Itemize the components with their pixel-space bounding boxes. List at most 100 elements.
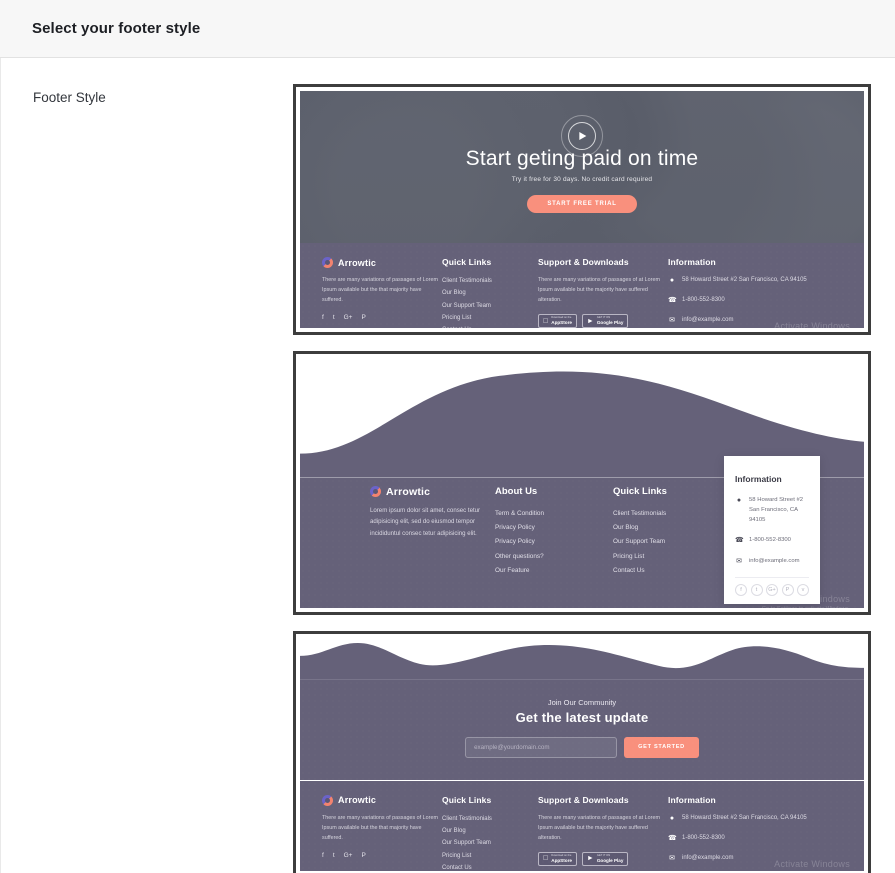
location-pin-icon: ● [669, 277, 675, 284]
google-plus-icon[interactable]: G+ [344, 852, 353, 859]
play-triangle-icon [579, 132, 587, 140]
list-item[interactable]: Contact Us [442, 862, 538, 871]
play-button-icon[interactable] [561, 115, 603, 157]
brand-description: Lorem ipsum dolor sit amet, consec tetur… [370, 506, 481, 538]
page-header: Select your footer style [0, 0, 895, 58]
phone-row: ☎ 1-800-552-8300 [735, 535, 809, 547]
google-plus-icon[interactable]: G+ [766, 584, 778, 597]
brand-column: Arrowtic Lorem ipsum dolor sit amet, con… [370, 486, 495, 579]
googleplay-badge-label: Google Play [591, 857, 624, 863]
footer-style-option-1[interactable]: Start geting paid on time Try it free fo… [293, 84, 871, 335]
facebook-icon[interactable]: f [322, 852, 324, 859]
list-item[interactable]: Our Support Team [442, 837, 538, 849]
twitter-icon[interactable]: t [750, 584, 763, 597]
vimeo-icon[interactable]: v [797, 584, 809, 597]
twitter-icon[interactable]: t [333, 852, 335, 859]
start-free-trial-button[interactable]: START FREE TRIAL [527, 195, 637, 213]
newsletter-email-input[interactable] [465, 736, 618, 758]
email-row: ✉ info@example.com [668, 853, 842, 865]
pinterest-icon[interactable]: P [361, 852, 365, 859]
appstore-badge-label: AppStore [546, 319, 572, 325]
phone-row: ☎ 1-800-552-8300 [668, 295, 842, 307]
appstore-badge[interactable]:  Download on the AppStore [538, 314, 577, 328]
email-row: ✉ info@example.com [668, 315, 842, 327]
brand-row: Arrowtic [370, 486, 495, 498]
hero-subtitle: Try it free for 30 days. No credit card … [511, 176, 653, 183]
list-item[interactable]: Client Testimonials [613, 507, 731, 521]
list-item[interactable]: Client Testimonials [442, 813, 538, 825]
facebook-icon[interactable]: f [735, 584, 747, 597]
list-item[interactable]: Pricing List [613, 550, 731, 564]
arrowtic-circle-logo-icon [370, 486, 381, 498]
address-row: ● 58 Howard Street #2 San Francisco, CA … [668, 813, 842, 825]
footer-columns: Arrowtic There are many variations of pa… [300, 781, 864, 871]
list-item[interactable]: Our Blog [442, 825, 538, 837]
footer-style-option-2[interactable]: Arrowtic Lorem ipsum dolor sit amet, con… [293, 351, 871, 615]
information-heading: Information [668, 794, 716, 805]
list-item[interactable]: Client Testimonials [442, 275, 538, 287]
support-downloads-column: Support & Downloads There are many varia… [538, 795, 668, 871]
pinterest-icon[interactable]: P [781, 584, 794, 597]
phone-icon: ☎ [735, 536, 744, 544]
footer-style-option-3[interactable]: Join Our Community Get the latest update… [293, 631, 871, 873]
appstore-badge[interactable]:  Download on the AppStore [538, 851, 577, 866]
list-item[interactable]: Other questions? [495, 550, 613, 564]
about-us-list: Term & Condition Privacy Policy Privacy … [495, 507, 613, 579]
phone-icon: ☎ [668, 296, 677, 304]
google-play-icon: ► [581, 317, 594, 325]
page-content: Footer Style Start geting paid on time T… [0, 58, 895, 873]
email-text: info@example.com [682, 316, 734, 323]
list-item[interactable]: Contact Us [613, 564, 731, 578]
list-item[interactable]: Term & Condition [495, 507, 613, 521]
googleplay-badge[interactable]: ► GET IT ON Google Play [581, 851, 629, 866]
address-row: ● 58 Howard Street #2 San Francisco, CA … [735, 495, 809, 526]
pinterest-icon[interactable]: P [361, 314, 365, 321]
list-item[interactable]: Our Feature [495, 564, 613, 578]
location-pin-icon: ● [669, 814, 675, 822]
list-item[interactable]: Our Blog [442, 287, 538, 299]
email-text: info@example.com [749, 557, 800, 564]
social-links: f t G+ P [322, 852, 442, 859]
store-badges:  Download on the AppStore ► [538, 851, 668, 866]
list-item[interactable]: Privacy Policy [495, 535, 613, 549]
quick-links-column: Quick Links Client Testimonials Our Blog… [442, 795, 538, 871]
form-label-column: Footer Style [1, 58, 293, 873]
footer-style-label: Footer Style [33, 90, 106, 105]
list-item[interactable]: Our Support Team [442, 300, 538, 312]
address-row: ● 58 Howard Street #2 San Francisco, CA … [668, 275, 842, 287]
list-item[interactable]: Privacy Policy [495, 521, 613, 535]
information-card: Information ● 58 Howard Street #2 San Fr… [724, 455, 820, 605]
twitter-icon[interactable]: t [333, 314, 335, 321]
list-item[interactable]: Our Support Team [613, 535, 731, 549]
support-heading: Support & Downloads [538, 257, 629, 267]
list-item[interactable]: Contact Us [442, 324, 538, 328]
footer-3: Arrowtic There are many variations of pa… [300, 780, 864, 871]
brand-name: Arrowtic [338, 795, 377, 806]
footer-style-options: Start geting paid on time Try it free fo… [293, 58, 895, 873]
address-text: 58 Howard Street #2 San Francisco, CA 94… [749, 496, 804, 524]
get-started-button[interactable]: GET STARTED [624, 736, 699, 758]
googleplay-badge[interactable]: ► GET IT ON Google Play [581, 314, 629, 328]
list-item[interactable]: Our Blog [613, 521, 731, 535]
quick-links-heading: Quick Links [442, 257, 492, 267]
newsletter-section: Join Our Community Get the latest update… [300, 679, 864, 780]
quick-links-heading: Quick Links [613, 485, 667, 497]
facebook-icon[interactable]: f [322, 314, 324, 321]
brand-description: There are many variations of passages of… [322, 814, 438, 841]
appstore-badge-label: AppStore [546, 857, 572, 863]
newsletter-eyebrow: Join Our Community [547, 697, 617, 707]
list-item[interactable]: Pricing List [442, 312, 538, 324]
support-downloads-column: Support & Downloads There are many varia… [538, 257, 668, 328]
phone-row: ☎ 1-800-552-8300 [668, 833, 842, 845]
support-description: There are many variations of passages of… [538, 814, 660, 841]
phone-text: 1-800-552-8300 [682, 834, 725, 841]
footer-2: Arrowtic Lorem ipsum dolor sit amet, con… [300, 455, 864, 608]
quick-links-list: Client Testimonials Our Blog Our Support… [442, 275, 538, 328]
google-plus-icon[interactable]: G+ [344, 314, 353, 321]
footer-preview-1: Start geting paid on time Try it free fo… [300, 91, 864, 328]
list-item[interactable]: Pricing List [442, 850, 538, 862]
quick-links-column: Quick Links Client Testimonials Our Blog… [613, 486, 731, 579]
google-play-icon: ► [581, 855, 594, 863]
footer-1: Arrowtic There are many variations of pa… [300, 243, 864, 328]
apple-icon:  [543, 318, 548, 325]
